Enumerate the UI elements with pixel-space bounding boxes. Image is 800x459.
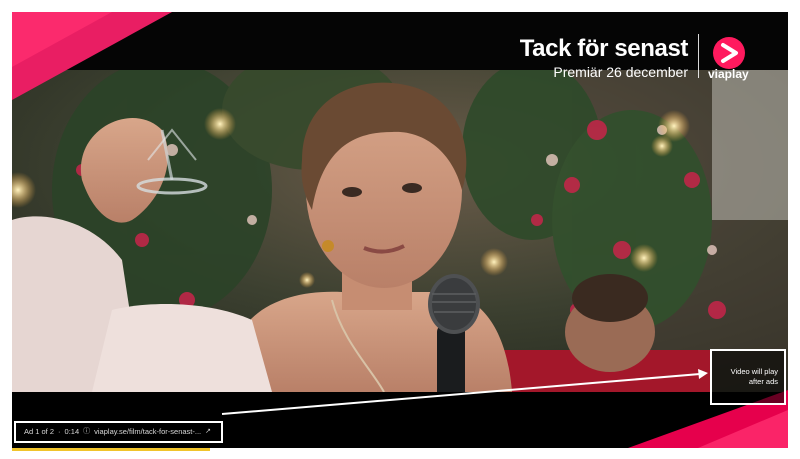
logo-wordmark: viaplay <box>708 67 749 81</box>
ad-info-bar: Ad 1 of 2 · 0:14 ⓘ viaplay.se/film/tack-… <box>14 421 223 443</box>
info-icon[interactable]: ⓘ <box>83 423 90 441</box>
ad-separator: · <box>58 427 61 436</box>
skip-notice-line1: Video will play <box>730 367 778 376</box>
ad-counter: Ad 1 of 2 <box>24 427 55 436</box>
advertiser-link[interactable]: viaplay.se/film/tack-for-senast-... <box>94 423 201 441</box>
viaplay-logo: viaplay <box>708 36 758 82</box>
skip-notice-line2: after ads <box>748 377 778 386</box>
ad-time: 0:14 <box>64 427 80 436</box>
show-title-block: Tack för senast Premiär 26 december <box>519 35 689 81</box>
video-frame[interactable] <box>12 70 788 392</box>
play-logo-icon <box>713 37 745 69</box>
ad-skip-notice: Video will play after ads <box>710 349 786 405</box>
show-title: Tack för senast <box>519 35 689 62</box>
scene-illustration <box>12 70 788 392</box>
external-link-icon[interactable]: ↗ <box>205 423 211 441</box>
ad-progress-bar <box>12 448 210 451</box>
brand-corner-top-left <box>12 12 172 100</box>
video-player[interactable]: Tack för senast Premiär 26 december viap… <box>12 12 788 448</box>
title-divider <box>698 34 699 78</box>
premiere-date: Premiär 26 december <box>553 64 688 80</box>
